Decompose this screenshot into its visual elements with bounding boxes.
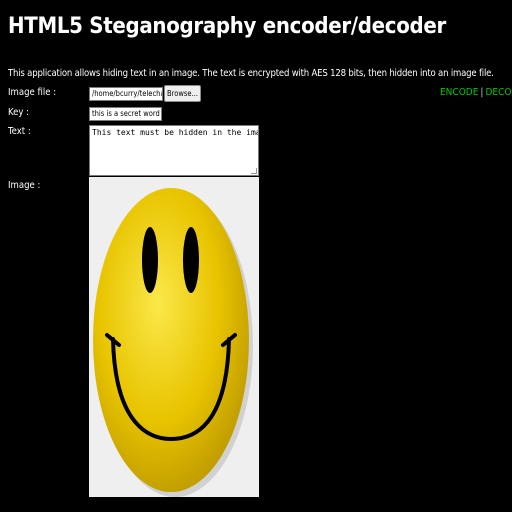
mode-switch: ENCODE|DECODE — [440, 87, 512, 99]
image-preview — [89, 177, 259, 497]
browse-button[interactable]: Browse... — [164, 85, 201, 102]
key-input[interactable]: this is a secret word ;) — [89, 107, 162, 121]
image-label: Image : — [8, 180, 41, 191]
page-description: This application allows hiding text in a… — [8, 68, 494, 79]
text-label: Text : — [8, 126, 31, 137]
text-area-value: This text must be hidden in the image — [92, 128, 259, 137]
key-label: Key : — [8, 107, 30, 118]
image-file-label: Image file : — [8, 87, 57, 98]
smiley-face-disc — [93, 188, 249, 492]
encode-link[interactable]: ENCODE — [440, 87, 478, 98]
decode-link[interactable]: DECODE — [485, 87, 512, 98]
smiley-face-image — [93, 188, 253, 497]
file-path-field[interactable]: /home/bcurry/telechargem — [89, 87, 163, 101]
smiley-left-eye — [142, 227, 158, 293]
smiley-right-eye — [183, 227, 199, 293]
text-area[interactable]: This text must be hidden in the image — [89, 125, 259, 176]
page-title: HTML5 Steganography encoder/decoder — [8, 14, 446, 39]
resize-grip[interactable] — [251, 168, 257, 174]
